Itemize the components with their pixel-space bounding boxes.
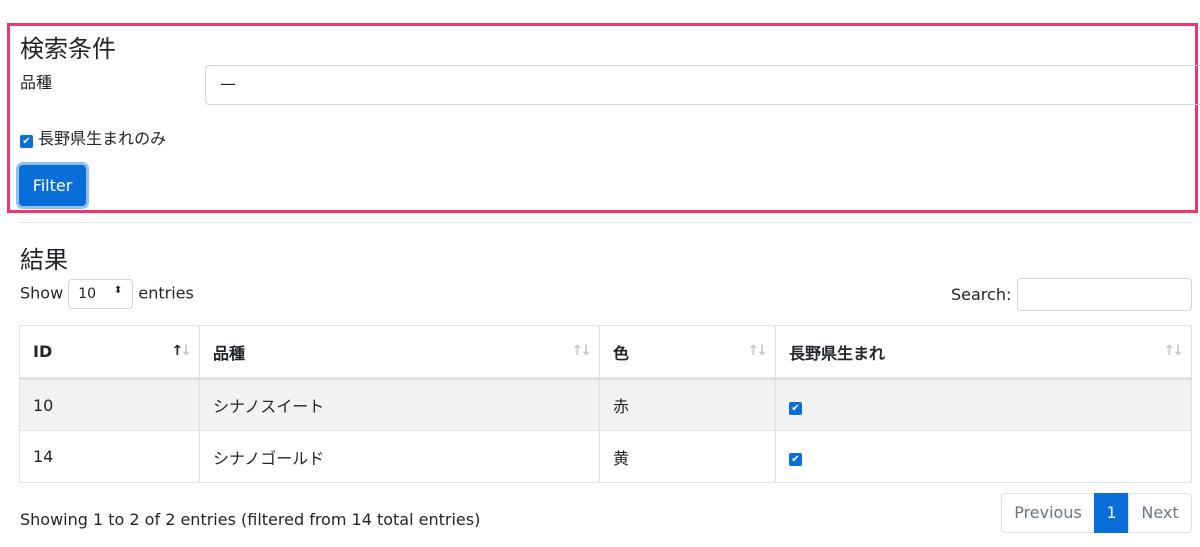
cell-id: 14	[19, 430, 200, 483]
divider	[19, 222, 1192, 223]
column-label: ID	[33, 342, 53, 361]
nagano-only-checkbox[interactable]: ✔	[20, 135, 33, 148]
variety-label: 品種	[20, 73, 53, 92]
variety-select[interactable]: —	[205, 65, 1200, 105]
cell-variety: シナノゴールド	[199, 430, 600, 483]
table-info: Showing 1 to 2 of 2 entries (filtered fr…	[20, 510, 481, 529]
results-table: ID ↑↓ 品種 ↑↓ 色 ↑↓ 長野県生まれ ↑↓ 10 シナノスイート 赤 ✔ 14…	[19, 325, 1192, 483]
nagano-only-checkbox-row[interactable]: ✔ 長野県生まれのみ	[20, 125, 166, 149]
column-header-nagano[interactable]: 長野県生まれ ↑↓	[775, 325, 1192, 380]
cell-id: 10	[19, 378, 200, 431]
variety-value: —	[220, 74, 236, 93]
results-title: 結果	[20, 246, 68, 274]
column-label: 長野県生まれ	[789, 343, 886, 363]
sort-icon: ↑↓	[571, 343, 593, 359]
table-row: 14 シナノゴールド 黄 ✔	[19, 430, 1192, 483]
column-header-id[interactable]: ID ↑↓	[19, 325, 200, 380]
page-1-button[interactable]: 1	[1094, 493, 1129, 533]
sort-icon: ↑↓	[747, 343, 769, 359]
page-length-select[interactable]: 10 ⬍	[68, 279, 134, 309]
cell-variety: シナノスイート	[199, 378, 600, 431]
column-label: 品種	[213, 343, 246, 363]
column-header-variety[interactable]: 品種 ↑↓	[199, 325, 600, 380]
search-input[interactable]	[1017, 278, 1192, 311]
nagano-checkbox[interactable]: ✔	[789, 401, 802, 415]
sort-asc-icon: ↑↓	[171, 343, 193, 359]
cell-color: 赤	[599, 378, 776, 431]
nagano-only-label: 長野県生まれのみ	[38, 129, 167, 148]
cell-color: 黄	[599, 430, 776, 483]
highlight-box	[7, 23, 1198, 213]
column-label: 色	[613, 343, 630, 363]
page-length-value: 10	[78, 286, 97, 302]
next-button[interactable]: Next	[1128, 493, 1192, 533]
cell-nagano: ✔	[775, 378, 1192, 431]
filter-button[interactable]: Filter	[19, 165, 86, 206]
column-header-color[interactable]: 色 ↑↓	[599, 325, 776, 380]
previous-button[interactable]: Previous	[1001, 493, 1095, 533]
search-label: Search:	[951, 285, 1012, 304]
cell-nagano: ✔	[775, 430, 1192, 483]
filter-title: 検索条件	[20, 35, 116, 63]
updown-icon: ⬍	[113, 285, 123, 296]
sort-icon: ↑↓	[1163, 343, 1185, 359]
table-row: 10 シナノスイート 赤 ✔	[19, 378, 1192, 431]
nagano-checkbox[interactable]: ✔	[789, 453, 802, 466]
page-length-control: Show 10 ⬍ entries	[20, 279, 194, 309]
entries-label: entries	[138, 283, 194, 303]
show-label: Show	[20, 283, 64, 303]
